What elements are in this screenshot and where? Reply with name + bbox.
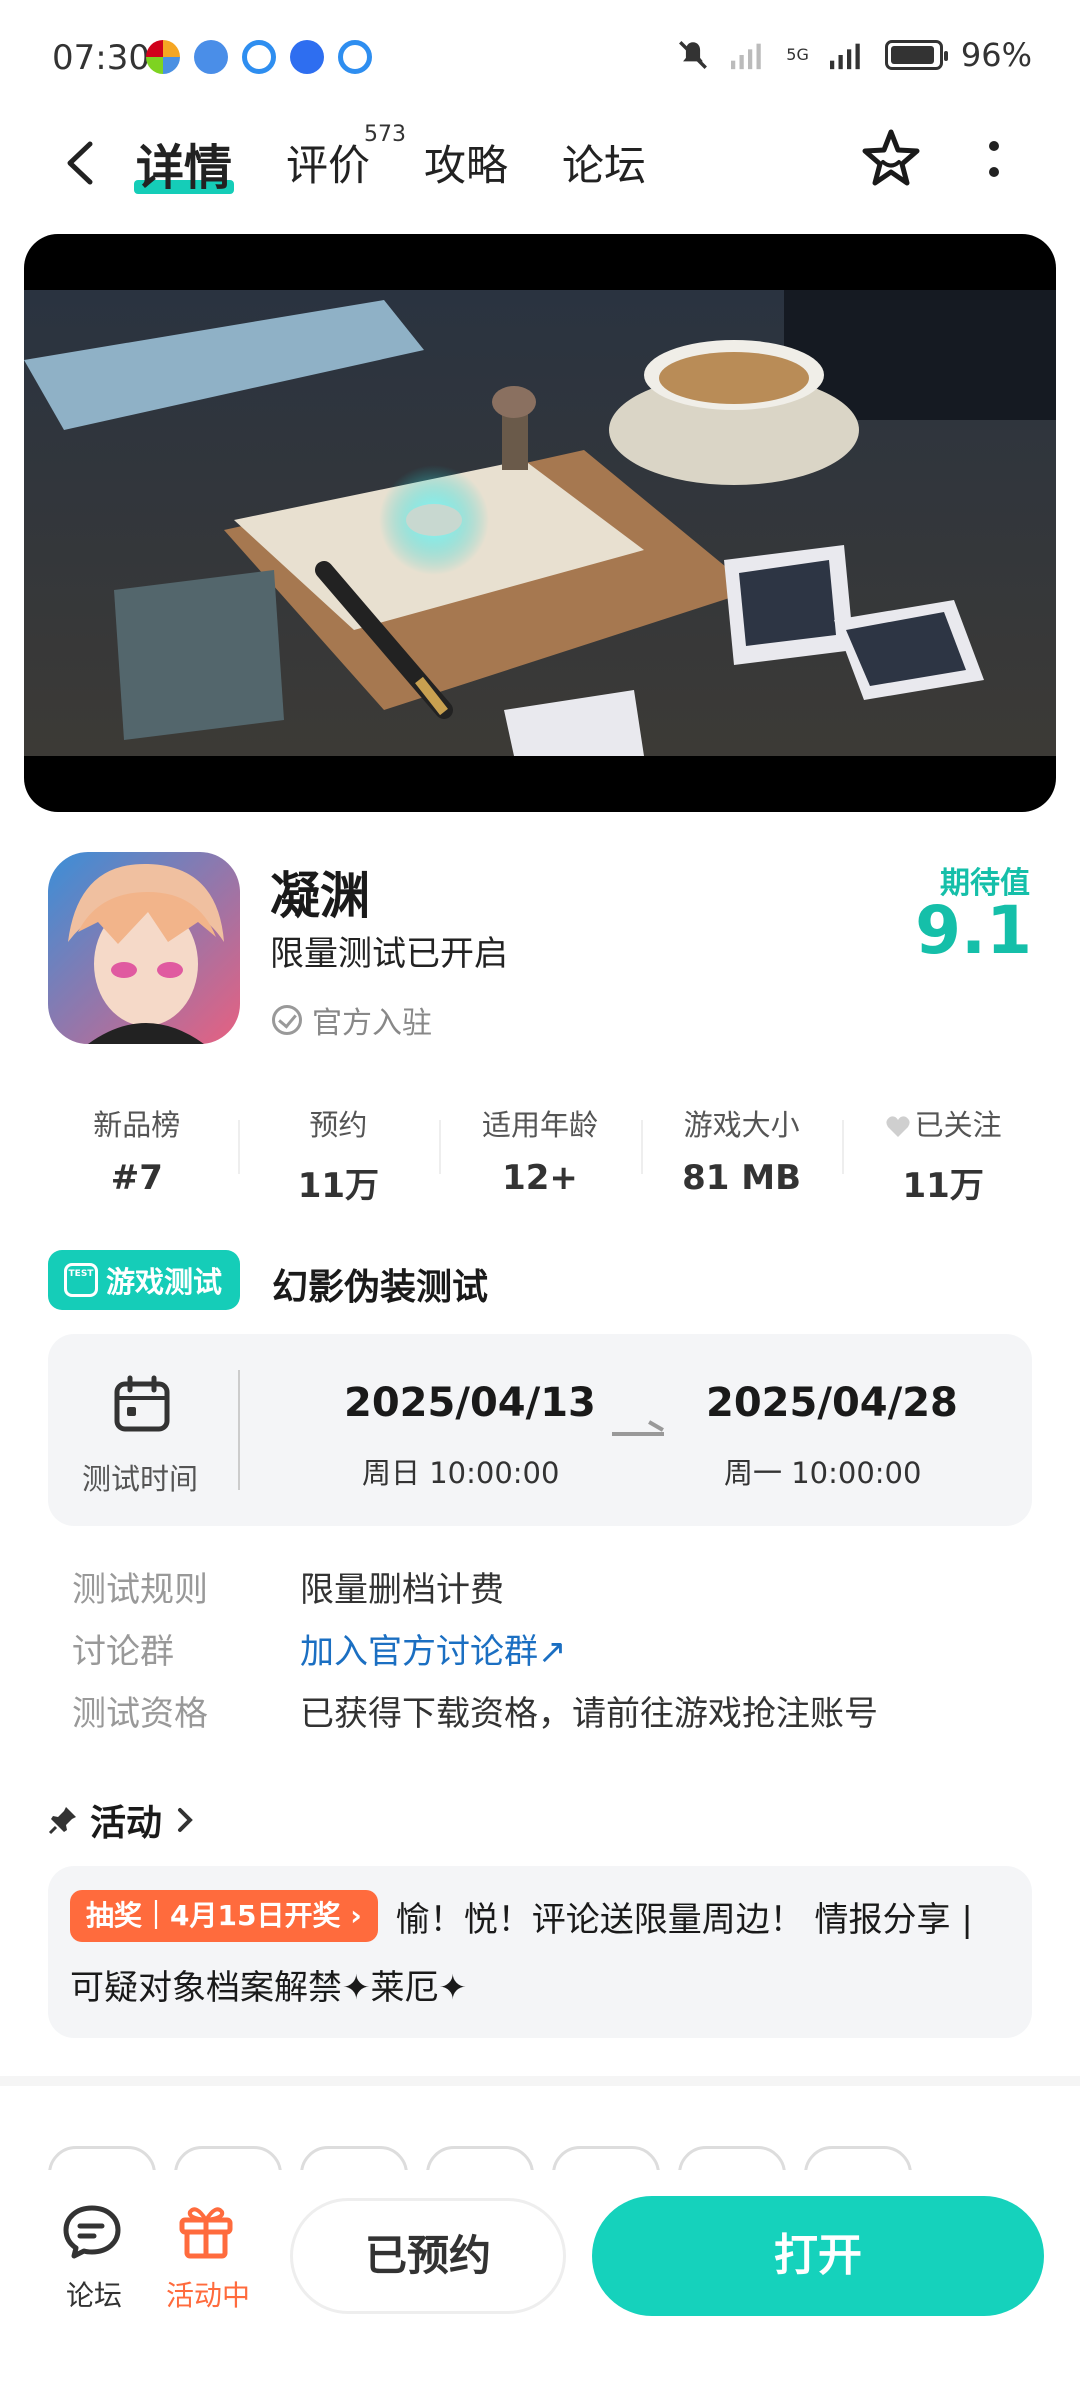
stat-game-size[interactable]: 游戏大小 81 MB xyxy=(640,1096,843,1198)
lottery-chip[interactable]: 抽奖｜4月15日开奖 › xyxy=(70,1890,378,1942)
test-start-weekday: 周日 10:00:00 xyxy=(362,1456,560,1490)
stat-value: 12+ xyxy=(502,1158,578,1198)
test-icon: TEST xyxy=(64,1263,98,1297)
test-name: 幻影伪装测试 xyxy=(272,1267,489,1308)
official-badge: 官方入驻 xyxy=(272,998,432,1042)
reserved-button[interactable]: 已预约 xyxy=(290,2198,566,2314)
detail-key-group: 讨论群 xyxy=(72,1632,174,1672)
app-notification-icon xyxy=(338,40,372,74)
app-icon xyxy=(48,852,240,1044)
stat-reservations[interactable]: 预约 11万 xyxy=(237,1096,440,1206)
test-badge-label: 游戏测试 xyxy=(106,1265,223,1299)
banner-artwork xyxy=(24,290,1056,756)
status-indicators: 5G 96% xyxy=(676,36,1032,74)
test-start-date: 2025/04/13 xyxy=(344,1380,596,1426)
forum-chat-icon[interactable] xyxy=(62,2202,122,2260)
app-description: 限量测试已开启 xyxy=(270,934,508,974)
app-notification-icon xyxy=(146,40,180,74)
stat-new-ranking[interactable]: 新品榜 #7 xyxy=(36,1096,238,1198)
game-test-badge: TEST 游戏测试 xyxy=(48,1250,241,1310)
character-portrait-icon xyxy=(48,852,240,1044)
calendar-icon xyxy=(114,1375,170,1432)
notification-icons xyxy=(146,40,372,74)
activity-title: 活动 xyxy=(90,1803,163,1844)
section-divider xyxy=(0,2076,1080,2086)
expectation-score: 9.1 xyxy=(915,892,1032,969)
tab-guides[interactable]: 攻略 xyxy=(424,132,508,193)
stat-label: 游戏大小 xyxy=(683,1108,800,1142)
time-card-divider xyxy=(238,1370,240,1490)
signal-strength-icon xyxy=(829,43,860,70)
battery-level: 96% xyxy=(960,36,1032,74)
test-end-date: 2025/04/28 xyxy=(706,1380,958,1426)
detail-key-rules: 测试规则 xyxy=(72,1570,208,1610)
stats-row: 新品榜 #7 预约 11万 适用年龄 12+ 游戏大小 81 MB 已关注 11… xyxy=(36,1096,1044,1206)
gift-icon[interactable] xyxy=(176,2200,236,2260)
test-end-weekday: 周一 10:00:00 xyxy=(724,1456,922,1490)
network-type: 5G xyxy=(786,45,809,64)
forum-label[interactable]: 论坛 xyxy=(66,2274,122,2314)
detail-value-eligibility: 已获得下载资格，请前往游戏抢注账号 xyxy=(300,1694,878,1734)
tab-reviews[interactable]: 评价 xyxy=(286,132,370,193)
activity-header[interactable]: 活动 xyxy=(48,1794,196,1846)
tab-details[interactable]: 详情 xyxy=(136,128,232,198)
verified-check-icon xyxy=(272,1005,302,1035)
date-range-arrow xyxy=(612,1432,664,1436)
status-time: 07:30 xyxy=(52,38,150,78)
activity-content[interactable]: 抽奖｜4月15日开奖 › 愉！悦！评论送限量周边！ 情报分享 | 可疑对象档案解禁… xyxy=(70,1886,1010,2022)
tab-forum[interactable]: 论坛 xyxy=(562,132,646,193)
stat-followers[interactable]: 已关注 11万 xyxy=(842,1096,1044,1206)
open-button[interactable]: 打开 xyxy=(592,2196,1044,2316)
stat-age-rating[interactable]: 适用年龄 12+ xyxy=(439,1096,641,1198)
stat-value: 11万 xyxy=(902,1166,984,1206)
join-discussion-group-link[interactable]: 加入官方讨论群↗ xyxy=(300,1624,567,1673)
detail-value-rules: 限量删档计费 xyxy=(300,1570,504,1610)
stat-value: #7 xyxy=(110,1158,163,1198)
heart-icon xyxy=(886,1116,910,1137)
pin-icon xyxy=(48,1807,76,1835)
stat-label: 已关注 xyxy=(914,1108,1002,1142)
signal-icon xyxy=(731,43,762,70)
stat-label: 新品榜 xyxy=(93,1108,181,1142)
app-notification-icon xyxy=(194,40,228,74)
stat-label-wrap: 已关注 xyxy=(842,1102,1044,1144)
test-time-label: 测试时间 xyxy=(82,1462,199,1496)
back-arrow-icon[interactable] xyxy=(58,138,108,188)
detail-key-eligibility: 测试资格 xyxy=(72,1694,208,1734)
app-notification-icon xyxy=(242,40,276,74)
events-label[interactable]: 活动中 xyxy=(166,2274,250,2314)
official-label: 官方入驻 xyxy=(312,1006,432,1041)
stat-label: 预约 xyxy=(309,1108,368,1142)
mute-bell-icon xyxy=(679,41,708,69)
review-count-badge: 573 xyxy=(364,122,406,147)
favorite-star-icon[interactable] xyxy=(858,126,924,192)
media-banner[interactable] xyxy=(24,234,1056,812)
more-options-icon[interactable] xyxy=(982,138,1006,182)
battery-icon xyxy=(884,40,948,70)
stat-value: 11万 xyxy=(297,1166,380,1206)
app-notification-icon xyxy=(290,40,324,74)
chevron-right-icon xyxy=(178,1808,193,1832)
stat-value: 81 MB xyxy=(682,1158,802,1198)
app-name: 凝渊 xyxy=(270,867,370,925)
stat-label: 适用年龄 xyxy=(481,1108,598,1142)
